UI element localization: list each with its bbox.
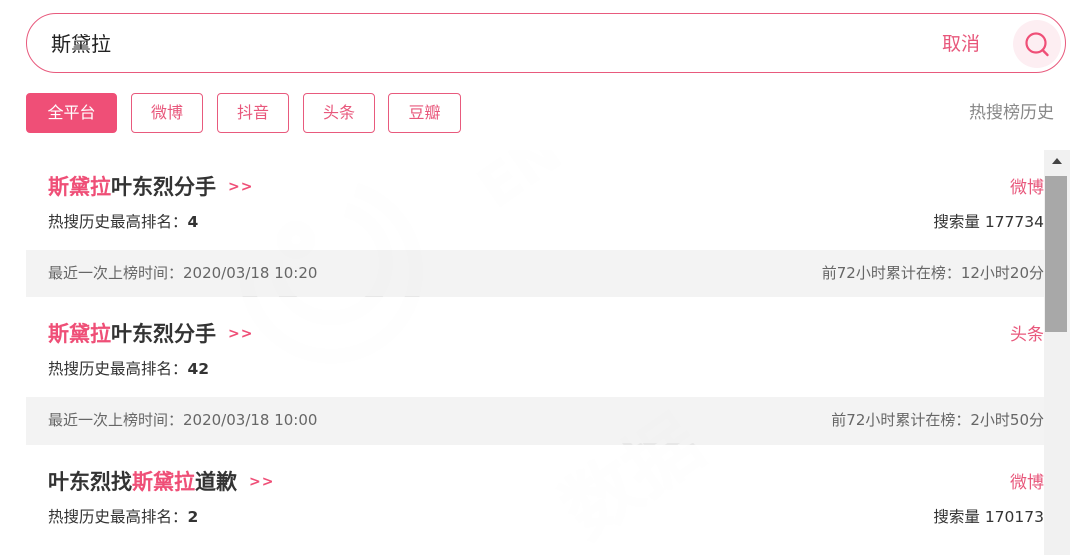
title-keyword-highlight: 斯黛拉 [48, 175, 111, 199]
result-title[interactable]: 斯黛拉叶东烈分手 >> [48, 319, 253, 349]
detail-arrow-icon[interactable]: >> [228, 179, 253, 195]
title-text: 道歉 [195, 470, 237, 494]
search-icon [1025, 32, 1049, 57]
detail-arrow-icon[interactable]: >> [249, 474, 274, 490]
search-volume: 搜索量 170173 [933, 508, 1044, 526]
search-button[interactable] [1013, 20, 1061, 68]
result-card-main[interactable]: 斯黛拉叶东烈分手 >> 头条 热搜历史最高排名：42 [26, 297, 1044, 397]
result-list[interactable]: EN 数据 斯黛拉叶东烈分手>> 微博 热搜历史最高排名：4 搜索量 17773… [26, 150, 1070, 555]
result-title[interactable]: 斯黛拉叶东烈分手 >> [48, 172, 253, 202]
cumulative-time-72h: 前72小时累计在榜：12小时20分 [821, 264, 1044, 282]
platform-label: 头条 [1010, 325, 1044, 345]
platform-label: 微博 [1010, 473, 1044, 493]
search-input[interactable]: 斯黛拉 [51, 30, 111, 58]
cancel-button[interactable]: 取消 [942, 31, 980, 57]
search-volume: 搜索量 177734 [933, 213, 1044, 231]
scroll-up-arrow-icon[interactable] [1052, 158, 1062, 164]
filter-tab-all-platforms[interactable]: 全平台 [26, 93, 117, 133]
filter-tab-weibo[interactable]: 微博 [131, 93, 203, 133]
last-on-list-time: 最近一次上榜时间：2020/03/18 10:20 [48, 264, 318, 282]
cumulative-time-72h: 前72小时累计在榜：2小时50分 [831, 411, 1044, 429]
rank-value: 2 [187, 508, 199, 526]
scroll-thumb[interactable] [1045, 176, 1067, 332]
title-text: 叶东烈分手 [111, 175, 216, 199]
hot-search-history-link[interactable]: 热搜榜历史 [969, 101, 1054, 125]
result-title[interactable]: 叶东烈找斯黛拉道歉 >> [48, 467, 274, 497]
rank-value: 4 [187, 213, 199, 231]
result-card-main[interactable]: 斯黛拉叶东烈分手 >> 微博 热搜历史最高排名：4 搜索量 177734 [26, 150, 1044, 250]
detail-arrow-icon[interactable]: >> [228, 326, 253, 342]
filter-tab-douban[interactable]: 豆瓣 [388, 93, 461, 133]
highest-rank: 热搜历史最高排名：2 [48, 508, 199, 526]
platform-label: 微博 [1010, 178, 1044, 198]
filter-tab-toutiao[interactable]: 头条 [303, 93, 375, 133]
title-keyword-highlight: 斯黛拉 [132, 470, 195, 494]
result-card-footer: 最近一次上榜时间：2020/03/18 10:00 前72小时累计在榜：2小时5… [26, 397, 1044, 443]
title-text: 叶东烈找 [48, 470, 132, 494]
vertical-scrollbar[interactable] [1044, 150, 1070, 555]
filter-tab-douyin[interactable]: 抖音 [217, 93, 289, 133]
highest-rank: 热搜历史最高排名：4 [48, 213, 199, 231]
last-on-list-time: 最近一次上榜时间：2020/03/18 10:00 [48, 411, 318, 429]
rank-value: 42 [187, 360, 210, 378]
search-bar[interactable]: 斯黛拉 取消 [26, 13, 1066, 73]
title-keyword-highlight: 斯黛拉 [48, 322, 111, 346]
result-card-main[interactable]: 叶东烈找斯黛拉道歉 >> 微博 热搜历史最高排名：2 搜索量 170173 [26, 445, 1044, 555]
platform-filter-row: 全平台 微博 抖音 头条 豆瓣 热搜榜历史 [26, 93, 1066, 133]
title-text: 叶东烈分手 [111, 322, 216, 346]
highest-rank: 热搜历史最高排名：42 [48, 360, 210, 378]
result-card-footer: 最近一次上榜时间：2020/03/18 10:20 前72小时累计在榜：12小时… [26, 250, 1044, 296]
